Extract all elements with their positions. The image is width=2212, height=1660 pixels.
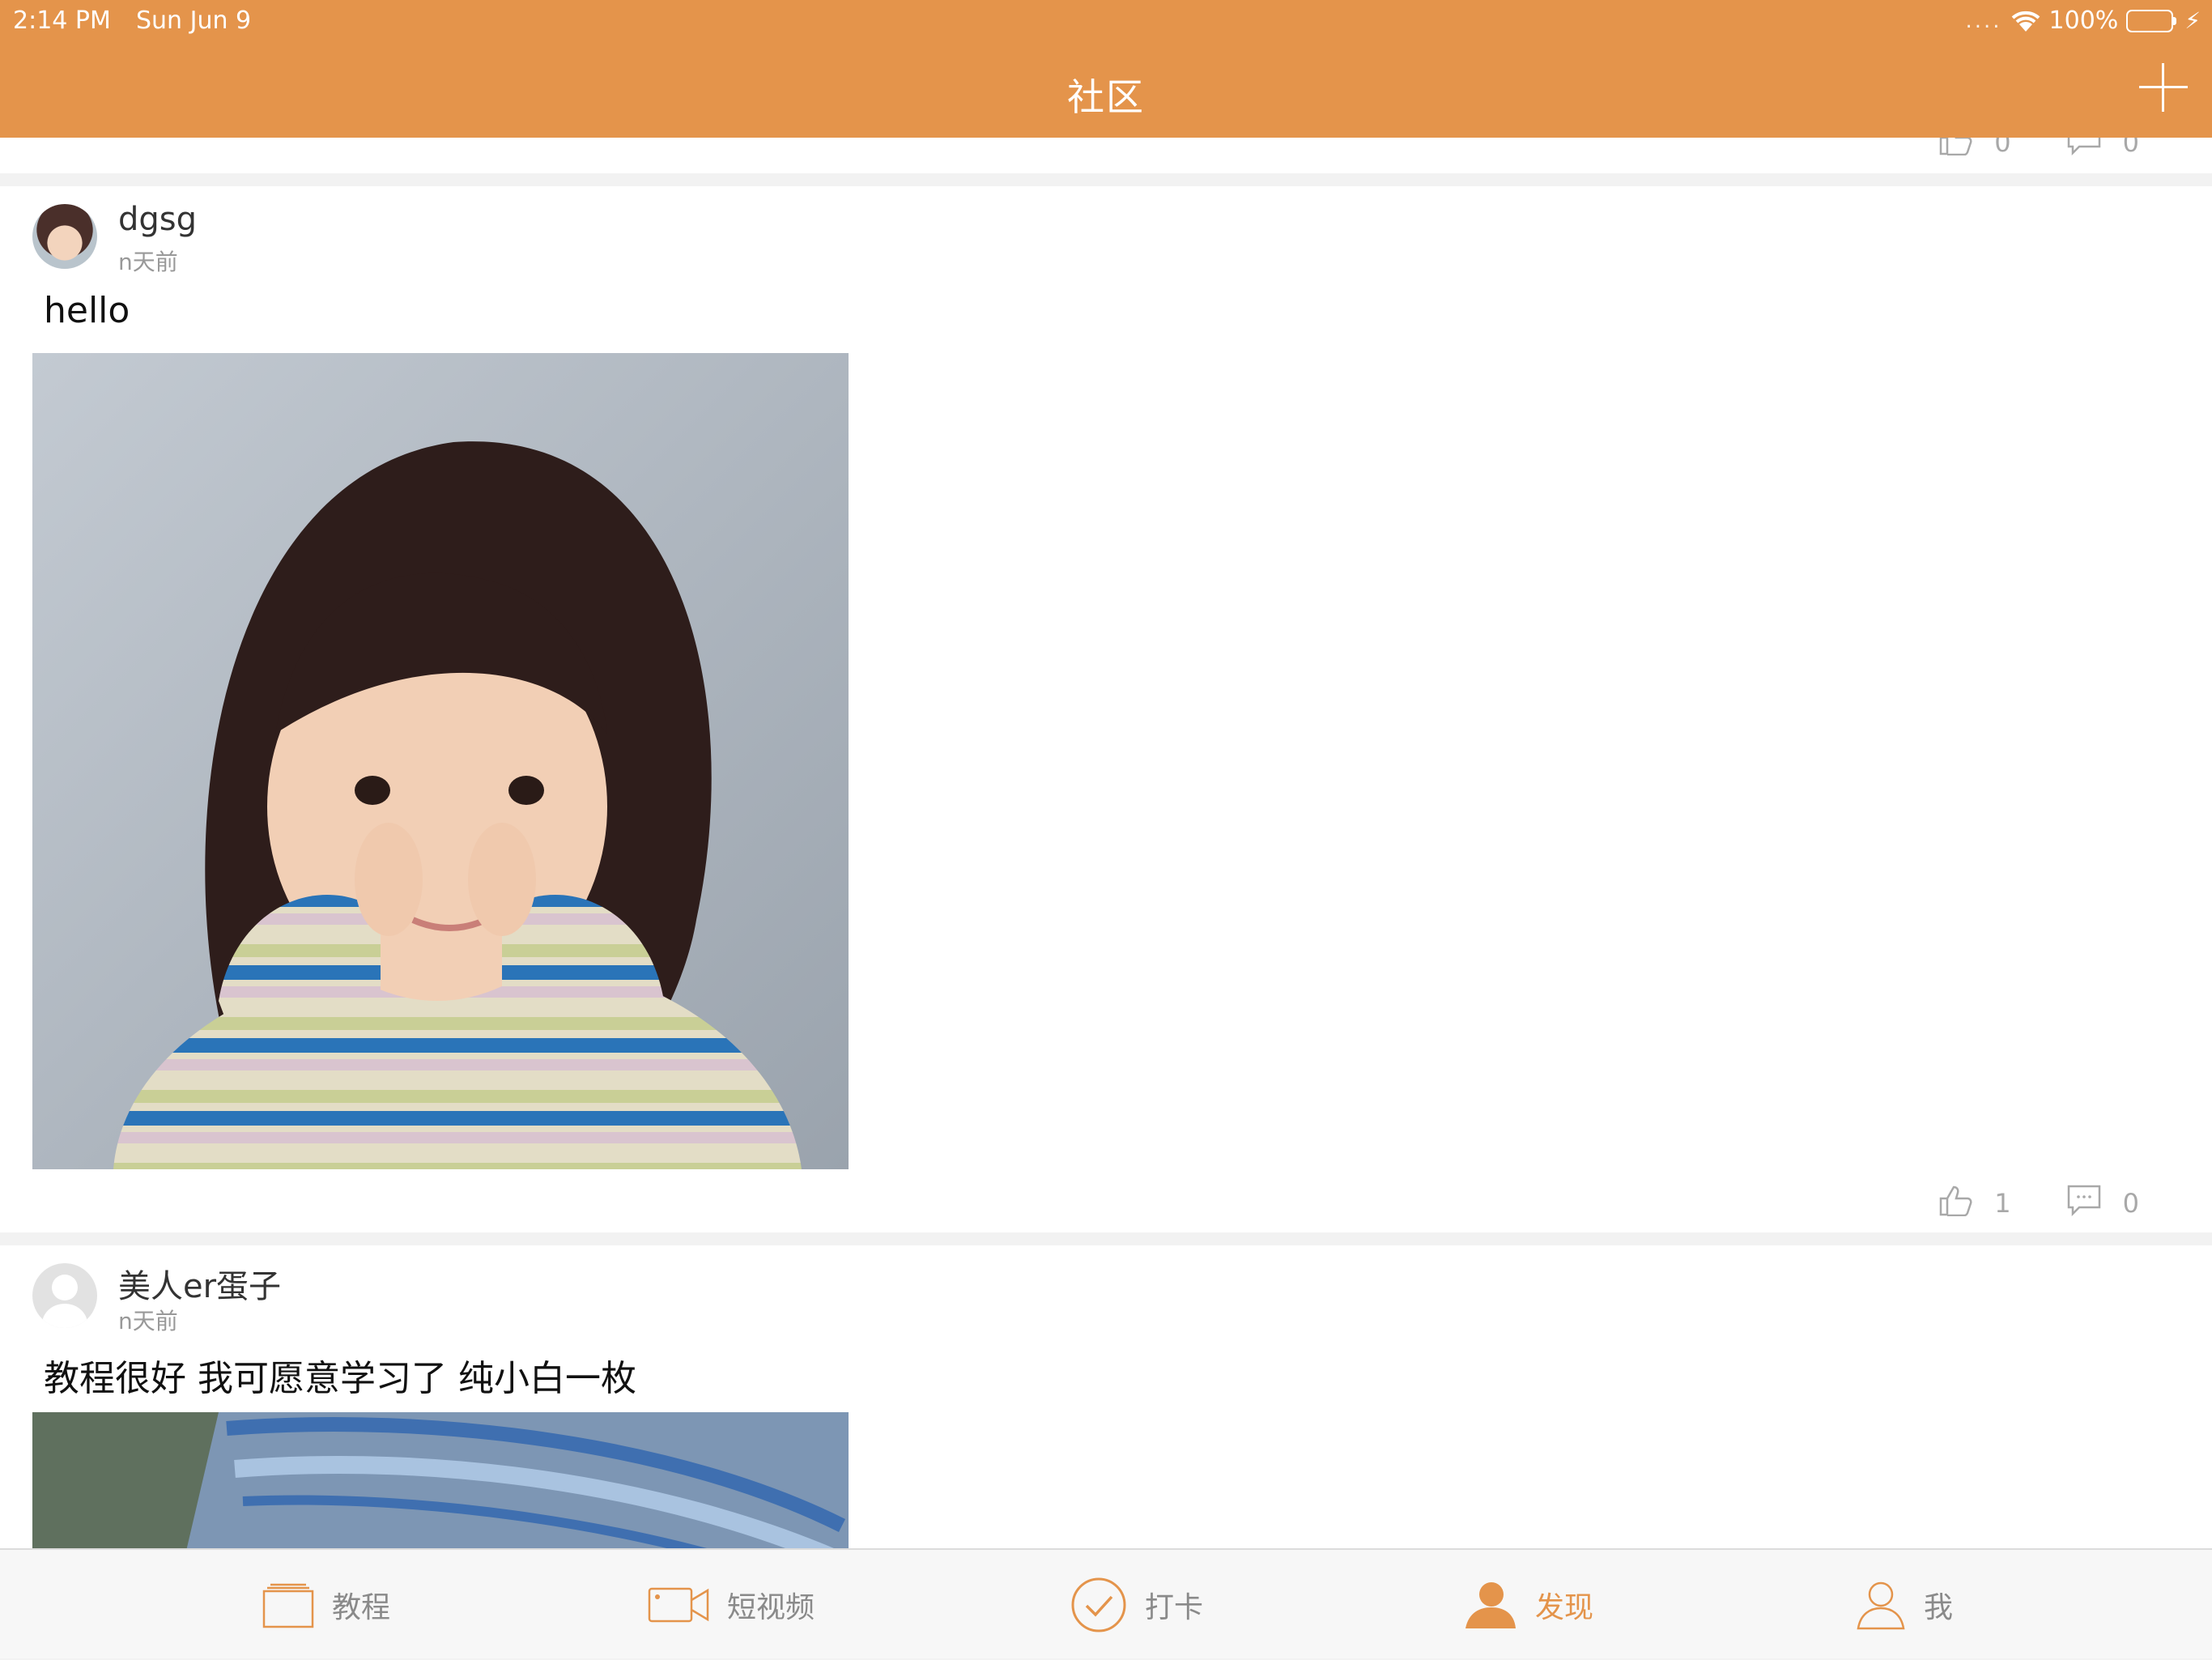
status-indicators: .... 100% ⚡	[1965, 6, 2201, 35]
cellular-signal-icon: ....	[1965, 8, 2002, 33]
like-button[interactable]: 0	[1938, 138, 2011, 162]
tab-checkin[interactable]: 打卡	[1070, 1550, 1203, 1660]
status-bar: 2:14 PM Sun Jun 9 .... 100% ⚡	[0, 0, 2212, 44]
tab-label: 我	[1924, 1591, 1954, 1624]
tab-short-video[interactable]: 短视频	[648, 1550, 815, 1660]
comment-count: 0	[2122, 138, 2139, 158]
like-count: 1	[1994, 1188, 2011, 1219]
comment-bubble-icon	[2066, 138, 2102, 162]
tab-bar: 教程 短视频 打卡 发现 我	[0, 1548, 2212, 1658]
video-camera-icon	[648, 1586, 709, 1624]
tab-discover[interactable]: 发现	[1462, 1550, 1593, 1660]
community-feed[interactable]: 0 0 dgsg n天前 hello 1 0 美人er蛋子 n天前 教程很好 我…	[0, 138, 2212, 1548]
like-button[interactable]: 1	[1938, 1184, 2011, 1223]
tab-label: 发现	[1535, 1591, 1594, 1624]
post-username[interactable]: 美人er蛋子	[118, 1260, 281, 1307]
discover-person-icon	[1462, 1580, 1517, 1630]
tab-tutorial[interactable]: 教程	[262, 1550, 390, 1660]
page-title: 社区	[1067, 75, 1145, 119]
nav-header: 2:14 PM Sun Jun 9 .... 100% ⚡ 社区	[0, 0, 2212, 138]
post-username[interactable]: dgsg	[118, 201, 197, 238]
post-text: 教程很好 我可愿意学习了 纯小白一枚	[44, 1358, 636, 1399]
like-count: 0	[1994, 138, 2011, 158]
comment-bubble-icon	[2066, 1184, 2102, 1223]
status-date: Sun Jun 9	[136, 6, 252, 35]
tab-label: 打卡	[1145, 1591, 1204, 1624]
battery-percent: 100%	[2048, 6, 2119, 35]
wifi-icon	[2010, 9, 2041, 33]
post-card[interactable]: dgsg n天前 hello 1 0	[0, 186, 2212, 1232]
avatar[interactable]	[32, 204, 97, 269]
comment-button[interactable]: 0	[2066, 1184, 2139, 1223]
post-text: hello	[44, 290, 130, 331]
avatar[interactable]	[32, 1263, 97, 1328]
charging-bolt-icon: ⚡	[2184, 7, 2201, 34]
comment-button[interactable]: 0	[2066, 138, 2139, 162]
post-card[interactable]: 美人er蛋子 n天前 教程很好 我可愿意学习了 纯小白一枚	[0, 1245, 2212, 1548]
tab-label: 教程	[332, 1591, 391, 1624]
post-photo[interactable]	[32, 353, 849, 1169]
tab-label: 短视频	[727, 1591, 815, 1624]
post-photo[interactable]	[32, 1412, 849, 1548]
tab-me[interactable]: 我	[1856, 1550, 1953, 1660]
thumbs-up-icon	[1938, 138, 1973, 162]
add-post-button[interactable]	[2134, 58, 2193, 117]
post-actions: 1 0	[1938, 1184, 2139, 1223]
post-time: n天前	[118, 249, 178, 275]
tutorial-icon	[262, 1581, 314, 1628]
post-time: n天前	[118, 1308, 178, 1334]
battery-icon	[2126, 9, 2177, 32]
comment-count: 0	[2122, 1188, 2139, 1219]
profile-icon	[1856, 1580, 1906, 1630]
checkmark-circle-icon	[1070, 1577, 1127, 1633]
thumbs-up-icon	[1938, 1184, 1973, 1223]
status-time: 2:14 PM	[13, 6, 111, 35]
post-card: 0 0	[0, 138, 2212, 173]
post-actions: 0 0	[1938, 138, 2139, 162]
